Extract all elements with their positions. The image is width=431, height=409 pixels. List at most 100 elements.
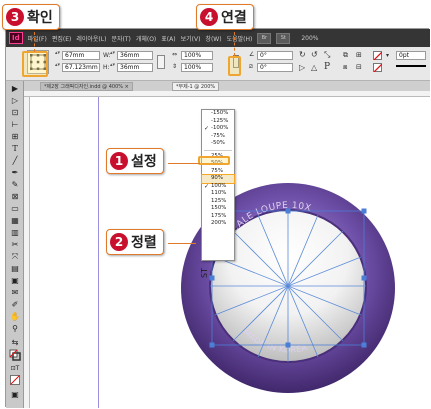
dropdown-item[interactable]: 175% bbox=[202, 213, 234, 221]
dropdown-item[interactable]: 150% bbox=[202, 205, 234, 213]
dropdown-item-label: 110% bbox=[211, 190, 227, 196]
pen-tool-icon[interactable]: ✒ bbox=[9, 167, 21, 178]
dropdown-item[interactable]: -150% bbox=[202, 110, 234, 118]
callout-3: 3 확인 bbox=[2, 4, 60, 30]
w-spinner[interactable]: ▴▾ bbox=[110, 51, 115, 60]
fill-stroke-icon[interactable] bbox=[9, 349, 21, 361]
screen-mode-icon[interactable]: ▣ bbox=[9, 389, 21, 400]
rectangle-frame-tool-icon[interactable]: ⊠ bbox=[9, 191, 21, 202]
gradient-tool-icon[interactable]: ▤ bbox=[9, 263, 21, 274]
align-icon[interactable]: ⧉ bbox=[343, 51, 348, 60]
callout-2-number: 2 bbox=[110, 233, 128, 251]
scale-x-field[interactable]: 100% bbox=[181, 51, 213, 60]
menu-window[interactable]: 창(W) bbox=[205, 34, 221, 43]
rotation-field[interactable]: 0° bbox=[257, 51, 293, 60]
tab-document-2[interactable]: *무제-1 @ 200% bbox=[172, 82, 220, 91]
type-tool-icon[interactable]: T bbox=[9, 143, 21, 154]
dropdown-item[interactable]: ✓ -100% bbox=[202, 125, 234, 133]
select-content-icon[interactable]: ⊟ bbox=[356, 63, 362, 71]
stroke-type-preview[interactable] bbox=[396, 65, 426, 67]
formatting-affects-icon[interactable]: ⊡T bbox=[9, 363, 21, 374]
line-tool-icon[interactable]: ╱ bbox=[9, 155, 21, 166]
direct-selection-tool-icon[interactable]: ▷ bbox=[9, 95, 21, 106]
pencil-tool-icon[interactable]: ✎ bbox=[9, 179, 21, 190]
constrain-proportions-icon[interactable] bbox=[157, 55, 165, 69]
rectangle-tool-icon[interactable]: ▭ bbox=[9, 203, 21, 214]
scale-90-highlight bbox=[198, 156, 230, 165]
scale-y-field[interactable]: 100% bbox=[181, 63, 213, 72]
vertical-grid-tool-icon[interactable]: ▥ bbox=[9, 227, 21, 238]
h-spinner[interactable]: ▴▾ bbox=[110, 63, 115, 72]
menu-table[interactable]: 표(A) bbox=[161, 34, 175, 43]
scale-dropdown-menu[interactable]: -150% -125% ✓ -100% -75% -50% 25% 50% 75% 90% ✓ 100… bbox=[201, 109, 235, 261]
menu-view[interactable]: 보기(V) bbox=[181, 34, 201, 43]
y-spinner[interactable]: ▴▾ bbox=[55, 63, 60, 72]
rotate-cw-icon[interactable]: ↻ bbox=[299, 50, 306, 59]
bridge-button[interactable]: Br bbox=[257, 32, 272, 44]
distribute-icon[interactable]: ⊞ bbox=[356, 51, 362, 59]
x-spinner[interactable]: ▴▾ bbox=[55, 51, 60, 60]
gradient-feather-icon[interactable]: ▣ bbox=[9, 275, 21, 286]
callout-2-pointer bbox=[168, 243, 196, 244]
eyedropper-tool-icon[interactable]: ✐ bbox=[9, 299, 21, 310]
content-collector-icon[interactable]: ⊞ bbox=[9, 131, 21, 142]
menu-file[interactable]: 파일(F) bbox=[28, 34, 47, 43]
free-transform-tool-icon[interactable]: ⤧ bbox=[9, 251, 21, 262]
callout-1: 1 설정 bbox=[106, 148, 164, 174]
dropdown-item-label: -75% bbox=[211, 132, 225, 139]
dropdown-item[interactable]: 200% bbox=[202, 220, 234, 228]
select-container-icon[interactable]: ⧈ bbox=[343, 63, 347, 72]
dropdown-item[interactable]: -125% bbox=[202, 118, 234, 126]
hand-tool-icon[interactable]: ✋ bbox=[9, 311, 21, 322]
stock-button[interactable]: St bbox=[276, 32, 291, 44]
apply-none-icon[interactable] bbox=[9, 375, 21, 386]
rotate-ccw-icon[interactable]: ↺ bbox=[311, 50, 318, 59]
callout-2: 2 정렬 bbox=[106, 229, 164, 255]
menu-help[interactable]: 도움말(H) bbox=[227, 34, 253, 43]
document-tabs: *제2장 그래픽디자인.indd @ 400% × *무제-1 @ 200% bbox=[24, 81, 430, 91]
callout-4: 4 연결 bbox=[196, 4, 254, 30]
menu-object[interactable]: 개체(O) bbox=[136, 34, 156, 43]
dropdown-item[interactable]: 90% bbox=[201, 174, 235, 184]
scissors-tool-icon[interactable]: ✂ bbox=[9, 239, 21, 250]
dropdown-arrow-icon[interactable]: ▾ bbox=[386, 52, 389, 59]
swap-colors-icon[interactable]: ⇆ bbox=[9, 337, 21, 348]
fill-swatch-icon[interactable] bbox=[373, 51, 383, 61]
callout-1-label: 설정 bbox=[131, 154, 157, 170]
checkmark-icon: ✓ bbox=[204, 182, 210, 190]
flip-vertical-icon[interactable]: △ bbox=[311, 63, 317, 72]
x-field[interactable]: 67mm bbox=[62, 51, 100, 60]
dropdown-item[interactable]: -75% bbox=[202, 133, 234, 141]
menu-layout[interactable]: 레이아웃(L) bbox=[76, 34, 106, 43]
note-tool-icon[interactable]: ✉ bbox=[9, 287, 21, 298]
callout-1-number: 1 bbox=[110, 152, 128, 170]
menu-type[interactable]: 문자(T) bbox=[111, 34, 130, 43]
stroke-weight-field[interactable]: 0pt bbox=[396, 51, 426, 60]
zoom-level[interactable]: 200% bbox=[301, 35, 318, 42]
dropdown-item-label: 90% bbox=[211, 175, 223, 181]
dropdown-item-label: -50% bbox=[211, 140, 225, 146]
stroke-swatch-icon[interactable] bbox=[373, 63, 383, 73]
y-field[interactable]: 67.123mm bbox=[62, 63, 100, 72]
dropdown-item[interactable]: 125% bbox=[202, 198, 234, 206]
page-tool-icon[interactable]: ⊡ bbox=[9, 107, 21, 118]
flip-icon[interactable]: ⤡ bbox=[324, 50, 330, 60]
menu-edit[interactable]: 편집(E) bbox=[52, 34, 72, 43]
control-panel: ▴▾ 67mm ▴▾ 67.123mm W: ▴▾ 36mm H: ▴▾ 36m… bbox=[6, 47, 430, 81]
dropdown-item[interactable]: -50% bbox=[202, 140, 234, 148]
grid-tool-icon[interactable]: ▦ bbox=[9, 215, 21, 226]
h-field[interactable]: 36mm bbox=[117, 63, 153, 72]
shear-field[interactable]: 0° bbox=[257, 63, 293, 72]
gap-tool-icon[interactable]: ⊢ bbox=[9, 119, 21, 130]
dropdown-item[interactable]: 110% bbox=[202, 190, 234, 198]
type-on-path-icon[interactable]: P bbox=[324, 62, 330, 72]
dropdown-item[interactable]: ✓ 100% bbox=[202, 183, 234, 191]
callout-4-pointer bbox=[234, 32, 235, 56]
selection-tool-icon[interactable]: ▶ bbox=[9, 83, 21, 94]
dropdown-item[interactable]: 75% bbox=[202, 168, 234, 176]
tab-document-1[interactable]: *제2장 그래픽디자인.indd @ 400% × bbox=[40, 82, 133, 91]
w-field[interactable]: 36mm bbox=[117, 51, 153, 60]
scale-x-icon: ⇔ bbox=[172, 51, 178, 58]
zoom-tool-icon[interactable]: ⚲ bbox=[9, 323, 21, 334]
flip-horizontal-icon[interactable]: ▷ bbox=[299, 63, 305, 72]
